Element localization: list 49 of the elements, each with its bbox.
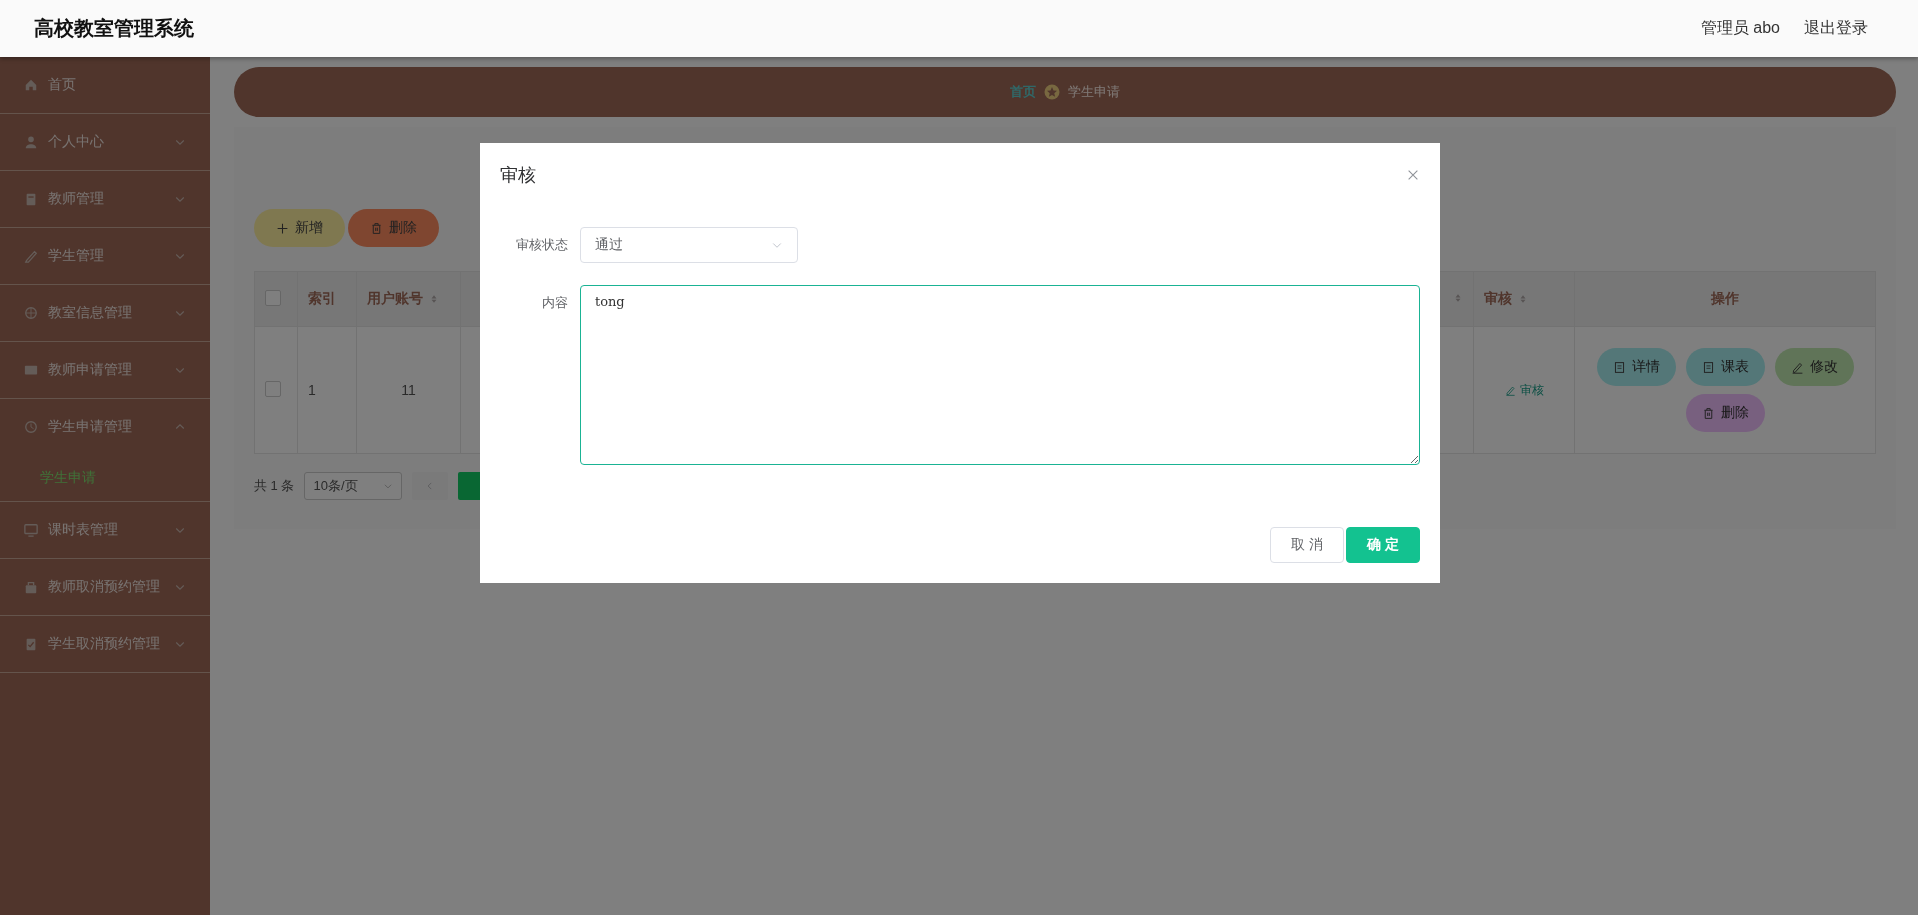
- chevron-icon: [383, 481, 394, 491]
- field-label: 内容: [540, 294, 568, 312]
- person-icon: [24, 135, 38, 149]
- compass-icon: [24, 306, 38, 320]
- content-field[interactable]: tong: [579, 285, 1420, 465]
- total-count: 共 1 条: [254, 477, 295, 495]
- close-icon[interactable]: [1406, 168, 1420, 182]
- status-select[interactable]: 通过: [580, 227, 798, 263]
- breadcrumb-item[interactable]: 首页: [1010, 83, 1036, 101]
- pencil-icon: [1504, 384, 1516, 396]
- card-icon: [24, 363, 38, 377]
- schedule-button[interactable]: 课表: [1685, 348, 1765, 386]
- document-icon: [1612, 360, 1626, 374]
- edit-button[interactable]: 修改: [1774, 348, 1854, 386]
- pen-icon: [24, 249, 38, 263]
- briefcase-icon: [24, 580, 38, 594]
- column-header: 索引: [307, 290, 336, 308]
- cancel-button[interactable]: 取 消: [1270, 527, 1344, 563]
- star-icon: [1044, 84, 1060, 100]
- plus-icon: [276, 221, 289, 235]
- table-cell: 11: [401, 382, 416, 398]
- column-header: 操作: [1711, 290, 1740, 308]
- confirm-button[interactable]: 确 定: [1346, 527, 1420, 563]
- clock-icon: [24, 420, 38, 434]
- checkbox[interactable]: [265, 289, 281, 306]
- dialog-title: 审核: [500, 164, 536, 187]
- breadcrumb-item: 学生申请: [1068, 83, 1120, 101]
- document-icon: [1701, 360, 1715, 374]
- page-size-select[interactable]: 10条/页: [304, 472, 403, 500]
- monitor-icon: [24, 523, 38, 537]
- field-label: 审核状态: [515, 236, 568, 254]
- column-header: 用户账号: [366, 290, 423, 308]
- house-icon: [24, 78, 38, 92]
- user-name: 管理员 abo: [1700, 18, 1780, 38]
- app-title: 高校教室管理系统: [34, 16, 194, 41]
- add-button[interactable]: 新增: [254, 209, 345, 247]
- review-link[interactable]: 审核: [1504, 381, 1544, 399]
- clipboard-icon: [24, 192, 38, 206]
- checkbox[interactable]: [265, 380, 281, 397]
- pencil-icon: [1790, 360, 1804, 374]
- detail-button[interactable]: 详情: [1596, 348, 1676, 386]
- checklist-icon: [24, 637, 38, 651]
- trash-icon: [370, 221, 383, 235]
- logout-link[interactable]: 退出登录: [1804, 18, 1868, 39]
- column-header: 审核: [1484, 290, 1513, 308]
- delete-button[interactable]: 删除: [348, 209, 439, 247]
- trash-icon: [1701, 406, 1715, 420]
- delete-button[interactable]: 删除: [1685, 394, 1765, 432]
- table-cell: 1: [307, 382, 316, 398]
